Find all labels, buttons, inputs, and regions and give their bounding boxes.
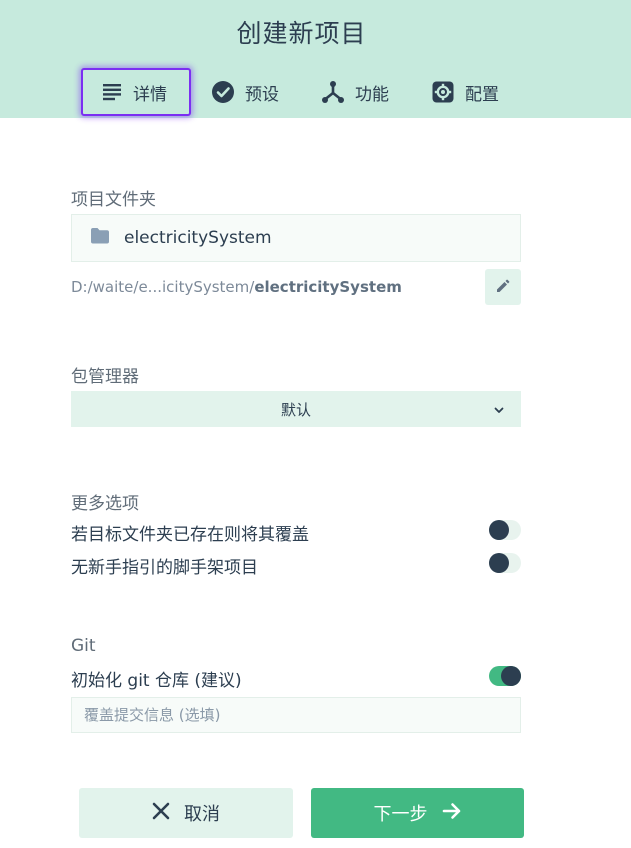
no-guide-toggle[interactable]: [489, 553, 521, 573]
cancel-button[interactable]: 取消: [79, 788, 293, 838]
overwrite-toggle[interactable]: [489, 520, 521, 540]
toggle-knob: [489, 520, 509, 540]
fork-icon: [321, 80, 345, 104]
project-path-prefix: D:/waite/e...icitySystem/: [71, 278, 255, 296]
next-button-label: 下一步: [373, 804, 428, 825]
package-manager-value: 默认: [280, 400, 311, 419]
chevron-down-icon: [493, 402, 505, 420]
next-button[interactable]: 下一步: [311, 788, 524, 838]
folder-icon: [90, 227, 110, 249]
close-icon: [152, 802, 170, 825]
gear-icon: [431, 80, 455, 104]
list-icon: [101, 81, 123, 103]
commit-message-input[interactable]: [71, 697, 521, 733]
edit-path-button[interactable]: [485, 269, 521, 305]
toggle-knob: [489, 553, 509, 573]
tab-features-label: 功能: [355, 84, 389, 105]
project-folder-field[interactable]: electricitySystem: [71, 214, 521, 262]
cancel-button-label: 取消: [184, 804, 220, 825]
project-folder-label: 项目文件夹: [71, 190, 156, 210]
header-bar: 创建新项目 详情 预设 功能 配置: [0, 0, 631, 118]
project-path-folder: electricitySystem: [254, 278, 402, 296]
git-label: Git: [71, 636, 96, 656]
package-manager-label: 包管理器: [71, 367, 139, 387]
tab-details-label: 详情: [133, 84, 167, 105]
tab-presets[interactable]: 预设: [211, 68, 279, 116]
tab-config[interactable]: 配置: [431, 68, 499, 116]
page-title: 创建新项目: [236, 19, 367, 48]
project-path: D:/waite/e...icitySystem/electricitySyst…: [71, 278, 402, 296]
tab-config-label: 配置: [465, 84, 499, 105]
package-manager-select[interactable]: 默认: [71, 391, 521, 427]
no-guide-option-label: 无新手指引的脚手架项目: [71, 558, 258, 578]
more-options-label: 更多选项: [71, 494, 139, 514]
tab-presets-label: 预设: [245, 84, 279, 105]
arrow-right-icon: [442, 802, 462, 825]
pencil-icon: [496, 278, 510, 297]
git-init-toggle[interactable]: [489, 666, 521, 686]
check-circle-icon: [211, 80, 235, 104]
project-folder-name: electricitySystem: [124, 228, 272, 248]
overwrite-option-label: 若目标文件夹已存在则将其覆盖: [71, 525, 309, 545]
tab-details[interactable]: 详情: [81, 68, 191, 116]
tab-features[interactable]: 功能: [321, 68, 389, 116]
toggle-knob: [501, 666, 521, 686]
git-init-option-label: 初始化 git 仓库 (建议): [71, 671, 242, 691]
